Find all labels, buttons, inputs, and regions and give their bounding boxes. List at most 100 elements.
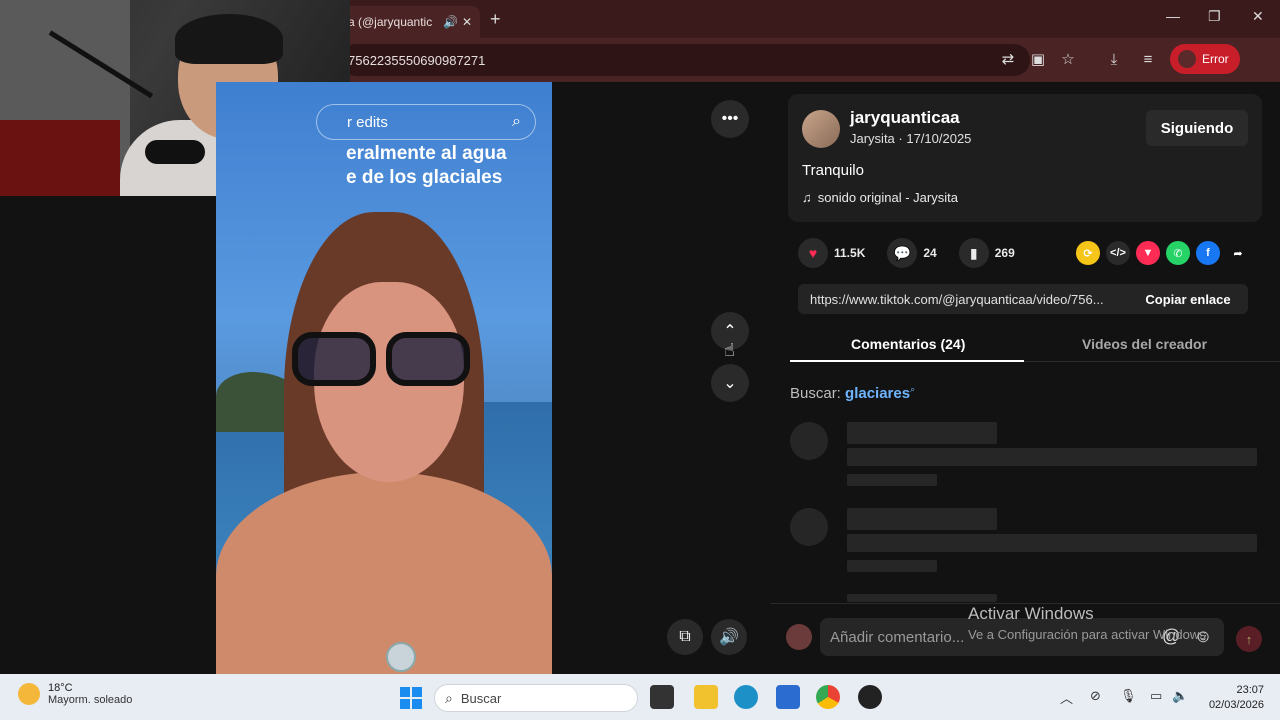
- comment-skeleton-line: [847, 422, 997, 444]
- close-tab-icon[interactable]: ✕: [462, 15, 472, 29]
- download-icon[interactable]: ⤓: [1104, 50, 1124, 70]
- profile-error-button[interactable]: Error: [1170, 44, 1240, 74]
- video-glasses: [286, 332, 476, 388]
- video-player[interactable]: r edits ⌕ eralmente al agua e de los gla…: [216, 82, 552, 674]
- taskbar-clock[interactable]: 23:07 02/03/2026: [1200, 683, 1264, 713]
- post-description: Tranquilo: [802, 162, 864, 179]
- post-info-card: jaryquanticaa Jarysita · 17/10/2025 Sigu…: [788, 94, 1262, 222]
- display-icon[interactable]: ▭: [1150, 688, 1162, 704]
- following-button[interactable]: Siguiendo: [1146, 110, 1248, 146]
- like-button[interactable]: ♥ 11.5K: [798, 238, 865, 268]
- more-options-button[interactable]: •••: [711, 100, 749, 138]
- save-count: 269: [994, 246, 1015, 260]
- panel-tabs: Comentarios (24) Videos del creador: [790, 326, 1280, 362]
- address-bar[interactable]: 7562235550690987271: [340, 44, 1030, 76]
- profile-error-label: Error: [1202, 52, 1229, 66]
- copy-link-button[interactable]: Copiar enlace: [1128, 292, 1248, 307]
- author-username[interactable]: jaryquanticaa: [850, 108, 960, 128]
- hand-cursor-icon: ☝: [724, 340, 735, 360]
- close-window-button[interactable]: ✕: [1252, 8, 1264, 25]
- active-tab-indicator: [790, 360, 1024, 362]
- speaker-icon[interactable]: 🔈: [1172, 688, 1188, 704]
- send-to-friends-icon[interactable]: ▼: [1136, 241, 1160, 265]
- author-meta: Jarysita · 17/10/2025: [850, 131, 972, 146]
- music-note-icon: ♫: [802, 190, 812, 205]
- search-icon: ⌕: [512, 113, 521, 130]
- browser-tab[interactable]: a (@jaryquantic 🔊 ✕: [340, 6, 480, 38]
- repost-icon[interactable]: ⟳: [1076, 241, 1100, 265]
- taskbar-search[interactable]: ⌕ Buscar: [434, 684, 638, 712]
- bookmark-star-icon[interactable]: ☆: [1058, 50, 1078, 70]
- install-app-icon[interactable]: ▣: [1028, 50, 1048, 70]
- profile-avatar: [1178, 50, 1196, 68]
- comment-skeleton-avatar: [790, 422, 828, 460]
- task-view-icon[interactable]: [650, 685, 674, 709]
- search-icon: ⌕: [445, 689, 453, 706]
- start-button-icon[interactable]: [400, 687, 422, 709]
- video-search-overlay: r edits ⌕: [316, 104, 536, 140]
- network-off-icon[interactable]: ⊘: [1090, 688, 1101, 704]
- comment-icon: 💬: [887, 238, 918, 268]
- file-explorer-icon[interactable]: [694, 685, 718, 709]
- microphone-icon[interactable]: 🎙: [1120, 688, 1137, 704]
- copy-link-box: https://www.tiktok.com/@jaryquanticaa/vi…: [798, 284, 1248, 314]
- clock-time: 23:07: [1236, 684, 1264, 696]
- comment-placeholder: Añadir comentario...: [830, 628, 965, 646]
- translate-icon[interactable]: ⇄: [998, 50, 1018, 70]
- comment-skeleton-line: [847, 474, 937, 486]
- streamer-hair: [175, 14, 283, 64]
- facebook-icon[interactable]: f: [1196, 241, 1220, 265]
- details-panel: jaryquanticaa Jarysita · 17/10/2025 Sigu…: [770, 82, 1280, 674]
- clock-date: 02/03/2026: [1208, 699, 1264, 711]
- tab-title: a (@jaryquantic: [348, 15, 433, 29]
- tab-creator-videos[interactable]: Videos del creador: [1082, 336, 1207, 352]
- edge-icon[interactable]: [734, 685, 758, 709]
- microphone: [145, 140, 205, 164]
- comment-skeleton-line: [847, 448, 1257, 466]
- comment-skeleton-line: [847, 560, 937, 572]
- miniplayer-icon[interactable]: ⧉: [667, 619, 703, 655]
- search-suggestion-label: Buscar:: [790, 385, 841, 402]
- chrome-icon[interactable]: [816, 685, 840, 709]
- weather-desc: Mayorm. soleado: [48, 694, 133, 706]
- share-arrow-icon[interactable]: ➦: [1226, 241, 1250, 265]
- maximize-button[interactable]: ❐: [1208, 8, 1221, 25]
- send-comment-button[interactable]: ↑: [1236, 626, 1262, 652]
- video-search-text: r edits: [347, 113, 388, 131]
- volume-icon[interactable]: 🔊: [711, 619, 747, 655]
- weather-temp: 18°C: [48, 682, 73, 694]
- save-button[interactable]: ▮ 269: [958, 238, 1015, 268]
- comment-skeleton-avatar: [790, 508, 828, 546]
- video-person-body: [216, 472, 552, 674]
- weather-widget[interactable]: 18°C Mayorm. soleado: [18, 682, 132, 706]
- whatsapp-icon[interactable]: ✆: [1166, 241, 1190, 265]
- media-control-icon[interactable]: ≡: [1138, 50, 1158, 70]
- tray-chevron-icon[interactable]: ︿: [1060, 688, 1073, 707]
- comment-button[interactable]: 💬 24: [887, 238, 937, 268]
- search-suggestion[interactable]: Buscar: glaciares⌕: [790, 384, 915, 402]
- store-icon[interactable]: [776, 685, 800, 709]
- share-options: ⟳ </> ▼ ✆ f ➦: [1076, 241, 1256, 265]
- current-user-avatar: [786, 624, 812, 650]
- speaker-icon[interactable]: 🔊: [443, 15, 458, 29]
- app-icon[interactable]: [858, 685, 882, 709]
- heart-icon: ♥: [798, 238, 828, 268]
- author-avatar[interactable]: [802, 110, 840, 148]
- search-suggestion-keyword[interactable]: glaciares: [845, 385, 910, 402]
- new-tab-button[interactable]: +: [490, 9, 501, 30]
- comment-skeleton-line: [847, 594, 997, 602]
- next-video-button[interactable]: ⌄: [711, 364, 749, 402]
- address-text: 7562235550690987271: [348, 52, 486, 68]
- minimize-button[interactable]: —: [1166, 8, 1180, 24]
- tab-comments[interactable]: Comentarios (24): [851, 336, 965, 352]
- engagement-stats: ♥ 11.5K 💬 24 ▮ 269: [798, 238, 1037, 268]
- video-url[interactable]: https://www.tiktok.com/@jaryquanticaa/vi…: [798, 292, 1128, 307]
- webcam-chair: [0, 120, 120, 196]
- embed-icon[interactable]: </>: [1106, 241, 1130, 265]
- activation-watermark-text: Ve a Configuración para activar Windows.: [968, 627, 1210, 642]
- caption-line-2: e de los glaciales: [346, 167, 503, 188]
- comment-skeleton-line: [847, 534, 1257, 552]
- comment-skeleton-line: [847, 508, 997, 530]
- sound-label: sonido original - Jarysita: [817, 190, 958, 205]
- sound-link[interactable]: ♫ sonido original - Jarysita: [802, 190, 958, 205]
